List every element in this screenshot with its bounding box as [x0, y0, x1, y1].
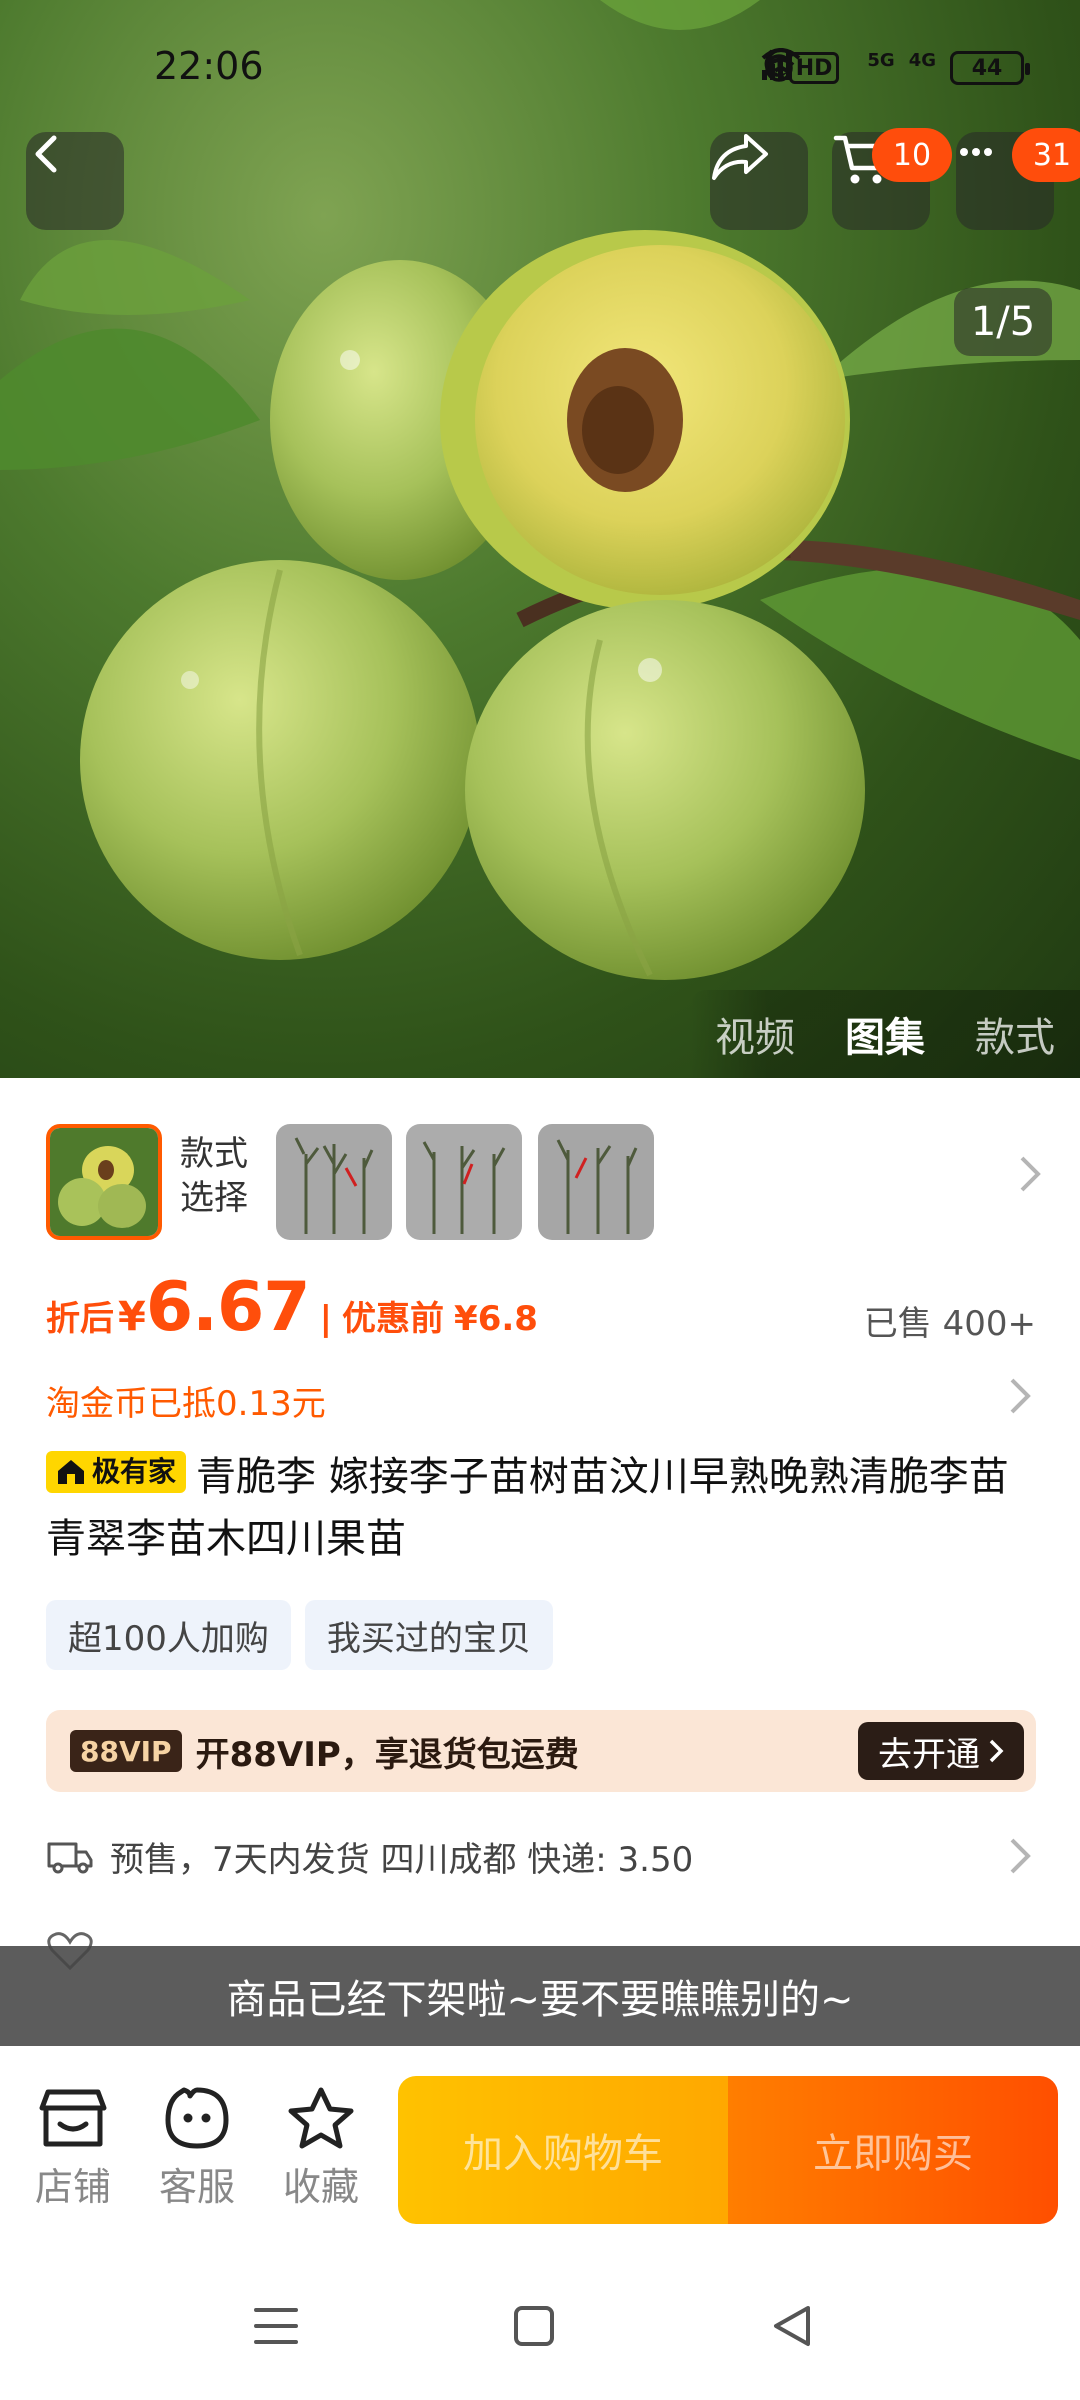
- price-prefix: 折后: [46, 1299, 114, 1339]
- home-icon: [58, 1460, 84, 1484]
- triangle-back-icon: [774, 2306, 810, 2346]
- sku-label: 款式 选择: [180, 1132, 248, 1220]
- product-title-text: 青脆李 嫁接李子苗树苗汶川早熟晚熟清脆李苗 青翠李苗木四川果苗: [46, 1454, 1009, 1562]
- chevron-left-icon: [35, 135, 57, 173]
- sku-selector[interactable]: 款式 选择: [46, 1124, 1046, 1240]
- battery-icon: 44: [950, 51, 1030, 85]
- chevron-right-icon: [989, 1739, 1004, 1763]
- recent-apps-button[interactable]: [246, 2296, 306, 2356]
- signal-4g-icon: 4G: [761, 50, 936, 86]
- signal-5g-label: 5G: [867, 50, 895, 71]
- back-button[interactable]: [26, 132, 124, 230]
- currency-symbol: ¥: [118, 1294, 146, 1340]
- menu-icon: [254, 2308, 298, 2344]
- status-icons: HD 5G 4G 44: [761, 48, 1030, 88]
- status-bar: 22:06 HD 5G 4G 44: [0, 0, 1080, 140]
- tab-gallery[interactable]: 图集: [845, 1005, 925, 1063]
- vip-text: 开88VIP，享退货包运费: [195, 1734, 579, 1775]
- sapling-thumb: [538, 1124, 654, 1240]
- sold-count: 已售 400+: [863, 1304, 1036, 1344]
- favorite-label: 收藏: [282, 2165, 359, 2209]
- coin-discount-text: 淘金币已抵0.13元: [46, 1384, 326, 1424]
- sku-thumb-selected[interactable]: [46, 1124, 162, 1240]
- buy-now-button[interactable]: 立即购买: [728, 2076, 1058, 2224]
- sku-thumb[interactable]: [276, 1124, 392, 1240]
- price-row: 折后 ¥ 6.67 | 优惠前 ¥6.8 已售 400+: [46, 1268, 1036, 1358]
- price-before-value: ¥6.8: [454, 1299, 538, 1339]
- vip-open-button[interactable]: 去开通: [858, 1722, 1024, 1780]
- product-title: 极有家 青脆李 嫁接李子苗树苗汶川早熟晚熟清脆李苗 青翠李苗木四川果苗: [46, 1446, 1036, 1570]
- share-icon: [712, 134, 768, 180]
- favorite-button[interactable]: 收藏: [266, 2086, 376, 2211]
- vip-badge: 88VIP: [70, 1730, 182, 1772]
- brand-tag: 极有家: [46, 1451, 187, 1493]
- service-label: 客服: [158, 2165, 235, 2209]
- sku-thumb[interactable]: [538, 1124, 654, 1240]
- media-tabs: 视频 图集 款式: [690, 990, 1080, 1078]
- product-page: { "status_bar": { "time": "22:06", "netw…: [0, 0, 1080, 2400]
- coin-discount-row[interactable]: 淘金币已抵0.13元: [46, 1376, 1036, 1426]
- cart-button[interactable]: 10: [832, 128, 952, 230]
- cart-badge: 10: [872, 128, 952, 182]
- offline-banner: 商品已经下架啦~要不要瞧瞧别的~: [0, 1946, 1080, 2046]
- vip-banner[interactable]: 88VIP 开88VIP，享退货包运费 去开通: [46, 1710, 1036, 1792]
- shipping-text: 预售，7天内发货 四川成都 快递: 3.50: [110, 1839, 694, 1880]
- star-icon: [288, 2087, 354, 2149]
- price-before-label: 优惠前: [342, 1299, 445, 1339]
- store-button[interactable]: 店铺: [18, 2086, 128, 2211]
- chevron-right-icon: [1018, 1154, 1042, 1205]
- sku-label-line2: 选择: [180, 1178, 248, 1218]
- service-icon: [165, 2087, 229, 2149]
- sapling-thumb: [276, 1124, 392, 1240]
- store-label: 店铺: [34, 2165, 111, 2209]
- sapling-thumb: [406, 1124, 522, 1240]
- plum-thumb: [50, 1128, 158, 1236]
- store-icon: [39, 2089, 107, 2147]
- home-button[interactable]: [504, 2296, 564, 2356]
- chip-bought-before[interactable]: 我买过的宝贝: [304, 1600, 553, 1670]
- image-counter: 1/5: [954, 288, 1052, 356]
- square-icon: [514, 2306, 554, 2346]
- product-image[interactable]: 22:06 HD 5G 4G 44 10 31 1/5 视频 图集 款式: [0, 0, 1080, 1078]
- message-badge: 31: [1012, 128, 1080, 182]
- brand-tag-label: 极有家: [92, 1455, 177, 1488]
- more-button[interactable]: 31: [956, 128, 1080, 230]
- add-to-cart-button[interactable]: 加入购物车: [398, 2076, 728, 2224]
- chip-add-cart-count: 超100人加购: [46, 1600, 291, 1670]
- current-price: 6.67: [145, 1268, 311, 1347]
- share-button[interactable]: [710, 132, 808, 230]
- shipping-row[interactable]: 预售，7天内发货 四川成都 快递: 3.50: [46, 1826, 1036, 1886]
- status-time: 22:06: [154, 44, 264, 88]
- chevron-right-icon: [1008, 1376, 1032, 1427]
- signal-4g-label: 4G: [908, 50, 936, 71]
- sku-label-line1: 款式: [180, 1134, 248, 1174]
- price-main: 折后 ¥ 6.67 | 优惠前 ¥6.8: [46, 1268, 538, 1347]
- action-bar: 店铺 客服 收藏 加入购物车 立即购买: [0, 2046, 1080, 2246]
- sku-thumb[interactable]: [406, 1124, 522, 1240]
- chevron-right-icon: [1008, 1836, 1032, 1887]
- tab-style[interactable]: 款式: [975, 1005, 1055, 1063]
- vip-open-label: 去开通: [878, 1734, 980, 1775]
- tab-video[interactable]: 视频: [715, 1005, 795, 1063]
- tag-chips: 超100人加购 我买过的宝贝: [46, 1600, 553, 1670]
- truck-icon: [47, 1842, 93, 1874]
- back-nav-button[interactable]: [762, 2296, 822, 2356]
- service-button[interactable]: 客服: [142, 2086, 252, 2211]
- system-nav-bar: [0, 2246, 1080, 2400]
- signal-5g-icon: 5G: [761, 50, 895, 86]
- price-separator: |: [319, 1299, 333, 1339]
- more-icon: [960, 148, 992, 156]
